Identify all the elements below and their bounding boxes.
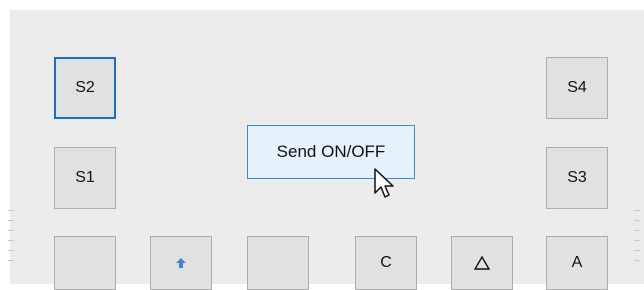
a-button[interactable]: A [546,236,608,290]
right-scale-ticks [634,210,640,270]
s4-button[interactable]: S4 [546,57,608,119]
tooltip-text: Send ON/OFF [276,142,386,161]
s1-button-label: S1 [75,169,95,186]
up-button[interactable] [150,236,212,290]
c-button[interactable]: C [355,236,417,290]
c-button-label: C [380,254,392,271]
s2-button-label: S2 [75,79,95,96]
s3-button-label: S3 [567,169,587,186]
a-button-label: A [571,254,583,271]
s2-button[interactable]: S2 [54,57,116,119]
s4-button-label: S4 [567,79,587,96]
s1-button[interactable]: S1 [54,147,116,209]
triangle-button[interactable] [451,236,513,290]
s3-button[interactable]: S3 [546,147,608,209]
up-arrow-icon [176,258,186,268]
blank-button-1[interactable] [54,236,116,290]
triangle-icon [474,256,490,270]
blank-button-2[interactable] [247,236,309,290]
mouse-pointer-icon [374,168,394,198]
left-scale-ticks [8,210,14,270]
